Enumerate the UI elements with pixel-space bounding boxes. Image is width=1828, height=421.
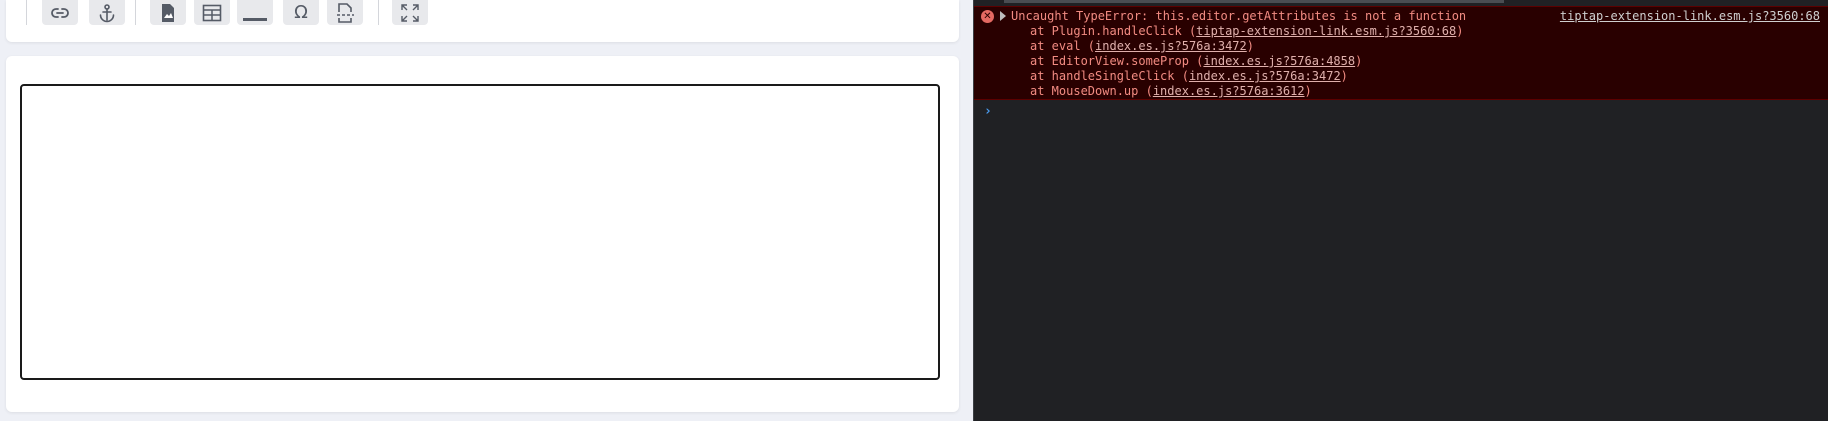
stack-line: at handleSingleClick (index.es.js?576a:3… <box>1030 69 1348 83</box>
error-text: Uncaught TypeError: this.editor.getAttri… <box>1011 9 1467 23</box>
stack-line: at EditorView.someProp (index.es.js?576a… <box>1030 54 1362 68</box>
error-icon: ✕ <box>981 10 994 23</box>
stack-line: at Plugin.handleClick (tiptap-extension-… <box>1030 24 1464 38</box>
editor-card <box>6 56 959 412</box>
stack-prefix: at handleSingleClick ( <box>1030 69 1189 83</box>
stack-line: at MouseDown.up (index.es.js?576a:3612) <box>1030 84 1312 98</box>
stack-suffix: ) <box>1340 69 1348 83</box>
stack-suffix: ) <box>1355 54 1363 68</box>
stack-link[interactable]: index.es.js?576a:4858 <box>1203 54 1355 68</box>
stack-suffix: ) <box>1304 84 1312 98</box>
console-prompt-icon[interactable]: › <box>984 104 992 119</box>
link-icon <box>51 7 69 18</box>
toolbar-separator <box>378 0 379 25</box>
toolbar-separator <box>135 0 136 25</box>
anchor-button[interactable] <box>89 0 125 25</box>
console-top-strip <box>1004 0 1504 3</box>
stack-prefix: at EditorView.someProp ( <box>1030 54 1204 68</box>
expand-icon <box>401 3 419 22</box>
file-image-icon <box>162 3 174 22</box>
insert-image-button[interactable] <box>150 0 186 25</box>
stack-line: at eval (index.es.js?576a:3472) <box>1030 39 1254 53</box>
omega-icon: Ω <box>294 2 308 23</box>
page-break-button[interactable] <box>327 0 363 25</box>
anchor-icon <box>99 3 115 22</box>
horizontal-rule-icon <box>243 17 267 21</box>
stack-prefix: at MouseDown.up ( <box>1030 84 1153 98</box>
stack-prefix: at eval ( <box>1030 39 1096 53</box>
stack-prefix: at Plugin.handleClick ( <box>1030 24 1197 38</box>
editor-app: Ω <box>0 0 973 421</box>
stack-link[interactable]: index.es.js?576a:3472 <box>1189 69 1341 83</box>
horizontal-rule-button[interactable] <box>237 0 273 25</box>
stack-suffix: ) <box>1456 24 1464 38</box>
devtools-console: ✕ Uncaught TypeError: this.editor.getAtt… <box>974 0 1828 421</box>
stack-suffix: ) <box>1246 39 1254 53</box>
editor-toolbar: Ω <box>6 0 959 42</box>
stack-link[interactable]: index.es.js?576a:3472 <box>1095 39 1247 53</box>
table-icon <box>202 4 222 21</box>
screen: Ω ✕ Uncaught TypeError: this.editor.getA… <box>0 0 1828 421</box>
insert-table-button[interactable] <box>194 0 230 25</box>
console-error-message: ✕ Uncaught TypeError: this.editor.getAtt… <box>974 6 1828 100</box>
error-source-link[interactable]: tiptap-extension-link.esm.js?3560:68 <box>1560 9 1820 23</box>
page-break-icon <box>337 2 354 23</box>
special-character-button[interactable]: Ω <box>283 0 319 25</box>
stack-link[interactable]: tiptap-extension-link.esm.js?3560:68 <box>1196 24 1456 38</box>
link-button[interactable] <box>42 0 78 25</box>
expand-triangle-icon[interactable] <box>1000 11 1006 21</box>
fullscreen-button[interactable] <box>392 0 428 25</box>
toolbar-separator <box>26 0 27 25</box>
editor-content-area[interactable] <box>20 84 940 380</box>
stack-link[interactable]: index.es.js?576a:3612 <box>1153 84 1305 98</box>
